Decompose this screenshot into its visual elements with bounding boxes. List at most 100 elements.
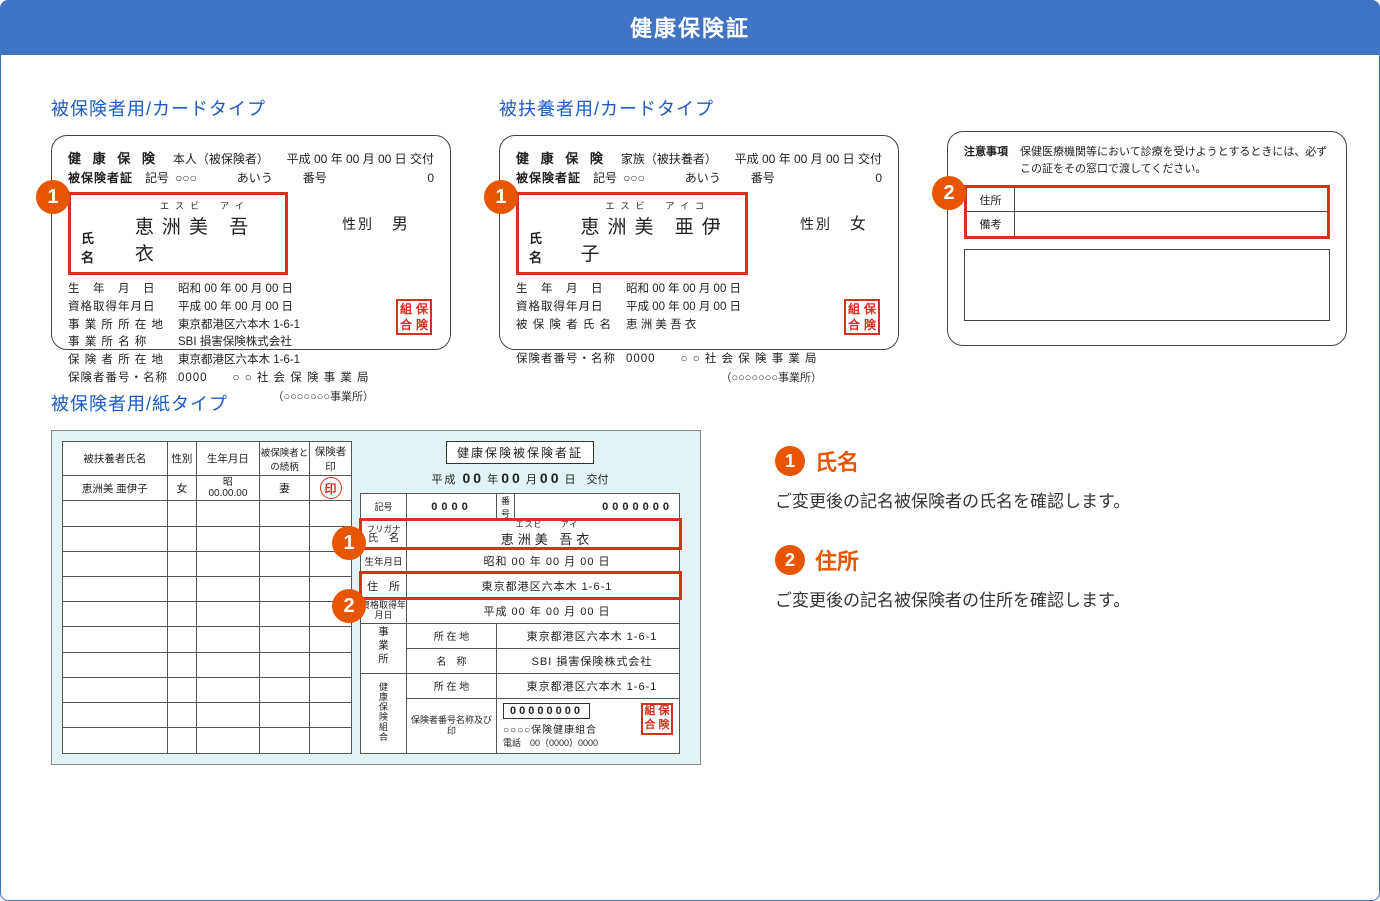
card1-dob-value: 昭和 00 年 00 月 00 日 xyxy=(178,281,293,299)
legend-title-1: 氏名 xyxy=(815,445,859,477)
card2-kigo-label: 記号 xyxy=(593,169,617,186)
legend-badge-1-icon: 1 xyxy=(775,446,805,476)
card1-sex-value: 男 xyxy=(392,216,408,233)
paper-insno: 00000000 xyxy=(503,703,590,719)
card2-qual-label: 資格取得年月日 xyxy=(516,299,626,317)
paper-card: 被扶養者氏名 性別 生年月日 被保険者との続柄 保険者印 恵洲美 亜伊子 女 昭… xyxy=(51,430,701,765)
card2-office-branch: （○○○○○○○事業所） xyxy=(516,369,882,385)
legend: 1 氏名 ご変更後の記名被保険者の氏名を確認します。 2 住所 ご変更後の記名被… xyxy=(775,390,1339,765)
dep-h-rel: 被保険者との続柄 xyxy=(259,442,309,476)
notes-card: 2 注意事項 保健医療機関等において診療を受けようとするときには、必ずこの証をそ… xyxy=(947,131,1347,346)
notes-blank-box xyxy=(964,249,1330,321)
card2-title: 健 康 保 険 xyxy=(516,148,607,167)
card1-qual-label: 資格取得年月日 xyxy=(68,299,178,317)
section-label-1: 被保険者用/カードタイプ xyxy=(51,95,451,121)
card1-office-name-value: SBI 損害保険株式会社 xyxy=(178,334,292,352)
dep-h-seal: 保険者印 xyxy=(310,442,352,476)
dep-seal: 印 xyxy=(310,476,352,501)
card2-insurerno-value: 0000 ○ ○ 社 会 保 険 事 業 局 xyxy=(626,351,818,369)
card2-sex-label: 性別 xyxy=(800,216,832,232)
dep-h-dob: 生年月日 xyxy=(197,442,260,476)
card2-kigo-value: ○○○ xyxy=(623,171,645,185)
paper-furigana-label: フリガナ氏 名 xyxy=(361,520,407,548)
card1-kigo-label: 記号 xyxy=(145,169,169,186)
paper-insno-label: 保険者番号名称及び印 xyxy=(407,698,497,753)
card1-office-name-label: 事 業 所 名 称 xyxy=(68,334,178,352)
card2-cert-label: 被保険者証 xyxy=(516,169,581,186)
insurance-card-2: 1 健 康 保 険 家族（被扶養者） 平成 00 年 00 月 00 日 交付 … xyxy=(499,135,899,350)
badge-2-icon: 2 xyxy=(932,176,966,210)
card1-insurer-loc-label: 保 険 者 所 在 地 xyxy=(68,352,178,370)
card2-issue-date: 平成 00 年 00 月 00 日 交付 xyxy=(735,150,882,167)
legend-desc-2: ご変更後の記名被保険者の住所を確認します。 xyxy=(775,586,1339,611)
card1-furigana: エスビ アイ xyxy=(135,199,275,212)
card1-qual-value: 平成 00 年 00 月 00 日 xyxy=(178,299,293,317)
paper-insloc: 東京都港区六本木 1-6-1 xyxy=(497,673,680,698)
paper-name-highlight: フリガナ氏 名 エスビ アイ 恵洲美 吾衣 xyxy=(361,520,680,548)
card2-bango-label: 番号 xyxy=(751,169,775,186)
paper-title: 健康保険被保険者証 xyxy=(446,441,594,464)
card2-type: 家族（被扶養者） xyxy=(621,150,717,167)
badge-1-icon: 1 xyxy=(36,180,70,214)
card2-name: 恵洲美 亜伊子 xyxy=(581,217,729,265)
card1-name-label: 氏名 xyxy=(81,228,117,266)
card2-name-label: 氏名 xyxy=(529,228,563,266)
legend-desc-1: ご変更後の記名被保険者の氏名を確認します。 xyxy=(775,487,1339,512)
dep-sex: 女 xyxy=(167,476,196,501)
insurance-card-1: 1 健 康 保 険 本人（被保険者） 平成 00 年 00 月 00 日 交付 … xyxy=(51,135,451,350)
card1-seal-icon: 組保 合険 xyxy=(396,299,432,335)
paper-qual: 平成 00 年 00 月 00 日 xyxy=(407,598,680,623)
card2-dob-label: 生 年 月 日 xyxy=(516,281,626,299)
paper-bizloc: 東京都港区六本木 1-6-1 xyxy=(497,623,680,648)
card2-furigana: エスビ アイコ xyxy=(581,199,736,212)
legend-badge-2-icon: 2 xyxy=(775,545,805,575)
notes-label: 注意事項 xyxy=(964,144,1008,177)
card2-insurerno-label: 保険者番号・名称 xyxy=(516,351,626,369)
card1-office-loc-value: 東京都港区六本木 1-6-1 xyxy=(178,317,300,335)
paper-addr-label: 住 所 xyxy=(361,573,407,598)
dep-h-sex: 性別 xyxy=(167,442,196,476)
card2-aiu: あいう xyxy=(685,169,721,186)
card1-dob-label: 生 年 月 日 xyxy=(68,281,178,299)
card1-office-loc-label: 事 業 所 所 在 地 xyxy=(68,317,178,335)
badge-1c-icon: 1 xyxy=(332,526,366,560)
paper-bizloc-label: 所 在 地 xyxy=(407,623,497,648)
paper-main-table: 健康保険被保険者証 平成 00 年 00 月 00 日 交付 記号 0000 番… xyxy=(360,441,680,754)
card2-name-highlight: 氏名 エスビ アイコ 恵洲美 亜伊子 xyxy=(516,192,748,275)
dep-name: 恵洲美 亜伊子 xyxy=(63,476,168,501)
card1-issue-date: 平成 00 年 00 月 00 日 交付 xyxy=(287,150,434,167)
card1-office-branch: （○○○○○○○事業所） xyxy=(68,388,434,404)
content-frame: 被保険者用/カードタイプ 1 健 康 保 険 本人（被保険者） 平成 00 年 … xyxy=(0,55,1380,901)
notes-section: 2 注意事項 保健医療機関等において診療を受けようとするときには、必ずこの証をそ… xyxy=(947,95,1347,350)
card2-bango-value: 0 xyxy=(875,171,882,185)
paper-addr: 東京都港区六本木 1-6-1 xyxy=(407,573,680,598)
card1-kigo-value: ○○○ xyxy=(175,171,197,185)
paper-ins-label: 健康保険組合 xyxy=(377,682,390,742)
dependents-table: 被扶養者氏名 性別 生年月日 被保険者との続柄 保険者印 恵洲美 亜伊子 女 昭… xyxy=(62,441,352,754)
notes-remark-label: 備考 xyxy=(967,212,1015,236)
paper-main-wrap: 1 2 健康保険被保険者証 平成 00 年 00 月 00 日 交付 記号 00… xyxy=(360,441,680,754)
card1-aiu: あいう xyxy=(237,169,273,186)
paper-seal-icon: 組保 合険 xyxy=(641,703,673,735)
dep-rel: 妻 xyxy=(259,476,309,501)
badge-1b-icon: 1 xyxy=(484,180,518,214)
notes-addr-label: 住所 xyxy=(967,188,1015,211)
legend-row-1: 1 氏名 ご変更後の記名被保険者の氏名を確認します。 xyxy=(775,445,1339,512)
card1-title: 健 康 保 険 xyxy=(68,148,159,167)
notes-address-highlight: 住所 備考 xyxy=(964,185,1330,239)
card1-bango-value: 0 xyxy=(427,171,434,185)
paper-kigo-val: 0000 xyxy=(407,493,497,520)
badge-2b-icon: 2 xyxy=(332,589,366,623)
paper-section: 被保険者用/紙タイプ 被扶養者氏名 性別 生年月日 被保険者との続柄 保険者印 … xyxy=(51,390,701,765)
card2-dob-value: 昭和 00 年 00 月 00 日 xyxy=(626,281,741,299)
section-label-2: 被扶養者用/カードタイプ xyxy=(499,95,899,121)
paper-bango-val: 0000000 xyxy=(515,493,680,520)
dep-h-name: 被扶養者氏名 xyxy=(63,442,168,476)
paper-bname: SBI 損害保険株式会社 xyxy=(497,648,680,673)
card1-insurer-loc-value: 東京都港区六本木 1-6-1 xyxy=(178,352,300,370)
card2-seal-icon: 組保 合険 xyxy=(844,299,880,335)
paper-name: エスビ アイ 恵洲美 吾衣 xyxy=(407,520,680,548)
paper-biz-label: 事業所 xyxy=(376,626,391,667)
card2-sex-value: 女 xyxy=(850,216,866,233)
card1-section: 被保険者用/カードタイプ 1 健 康 保 険 本人（被保険者） 平成 00 年 … xyxy=(51,95,451,350)
